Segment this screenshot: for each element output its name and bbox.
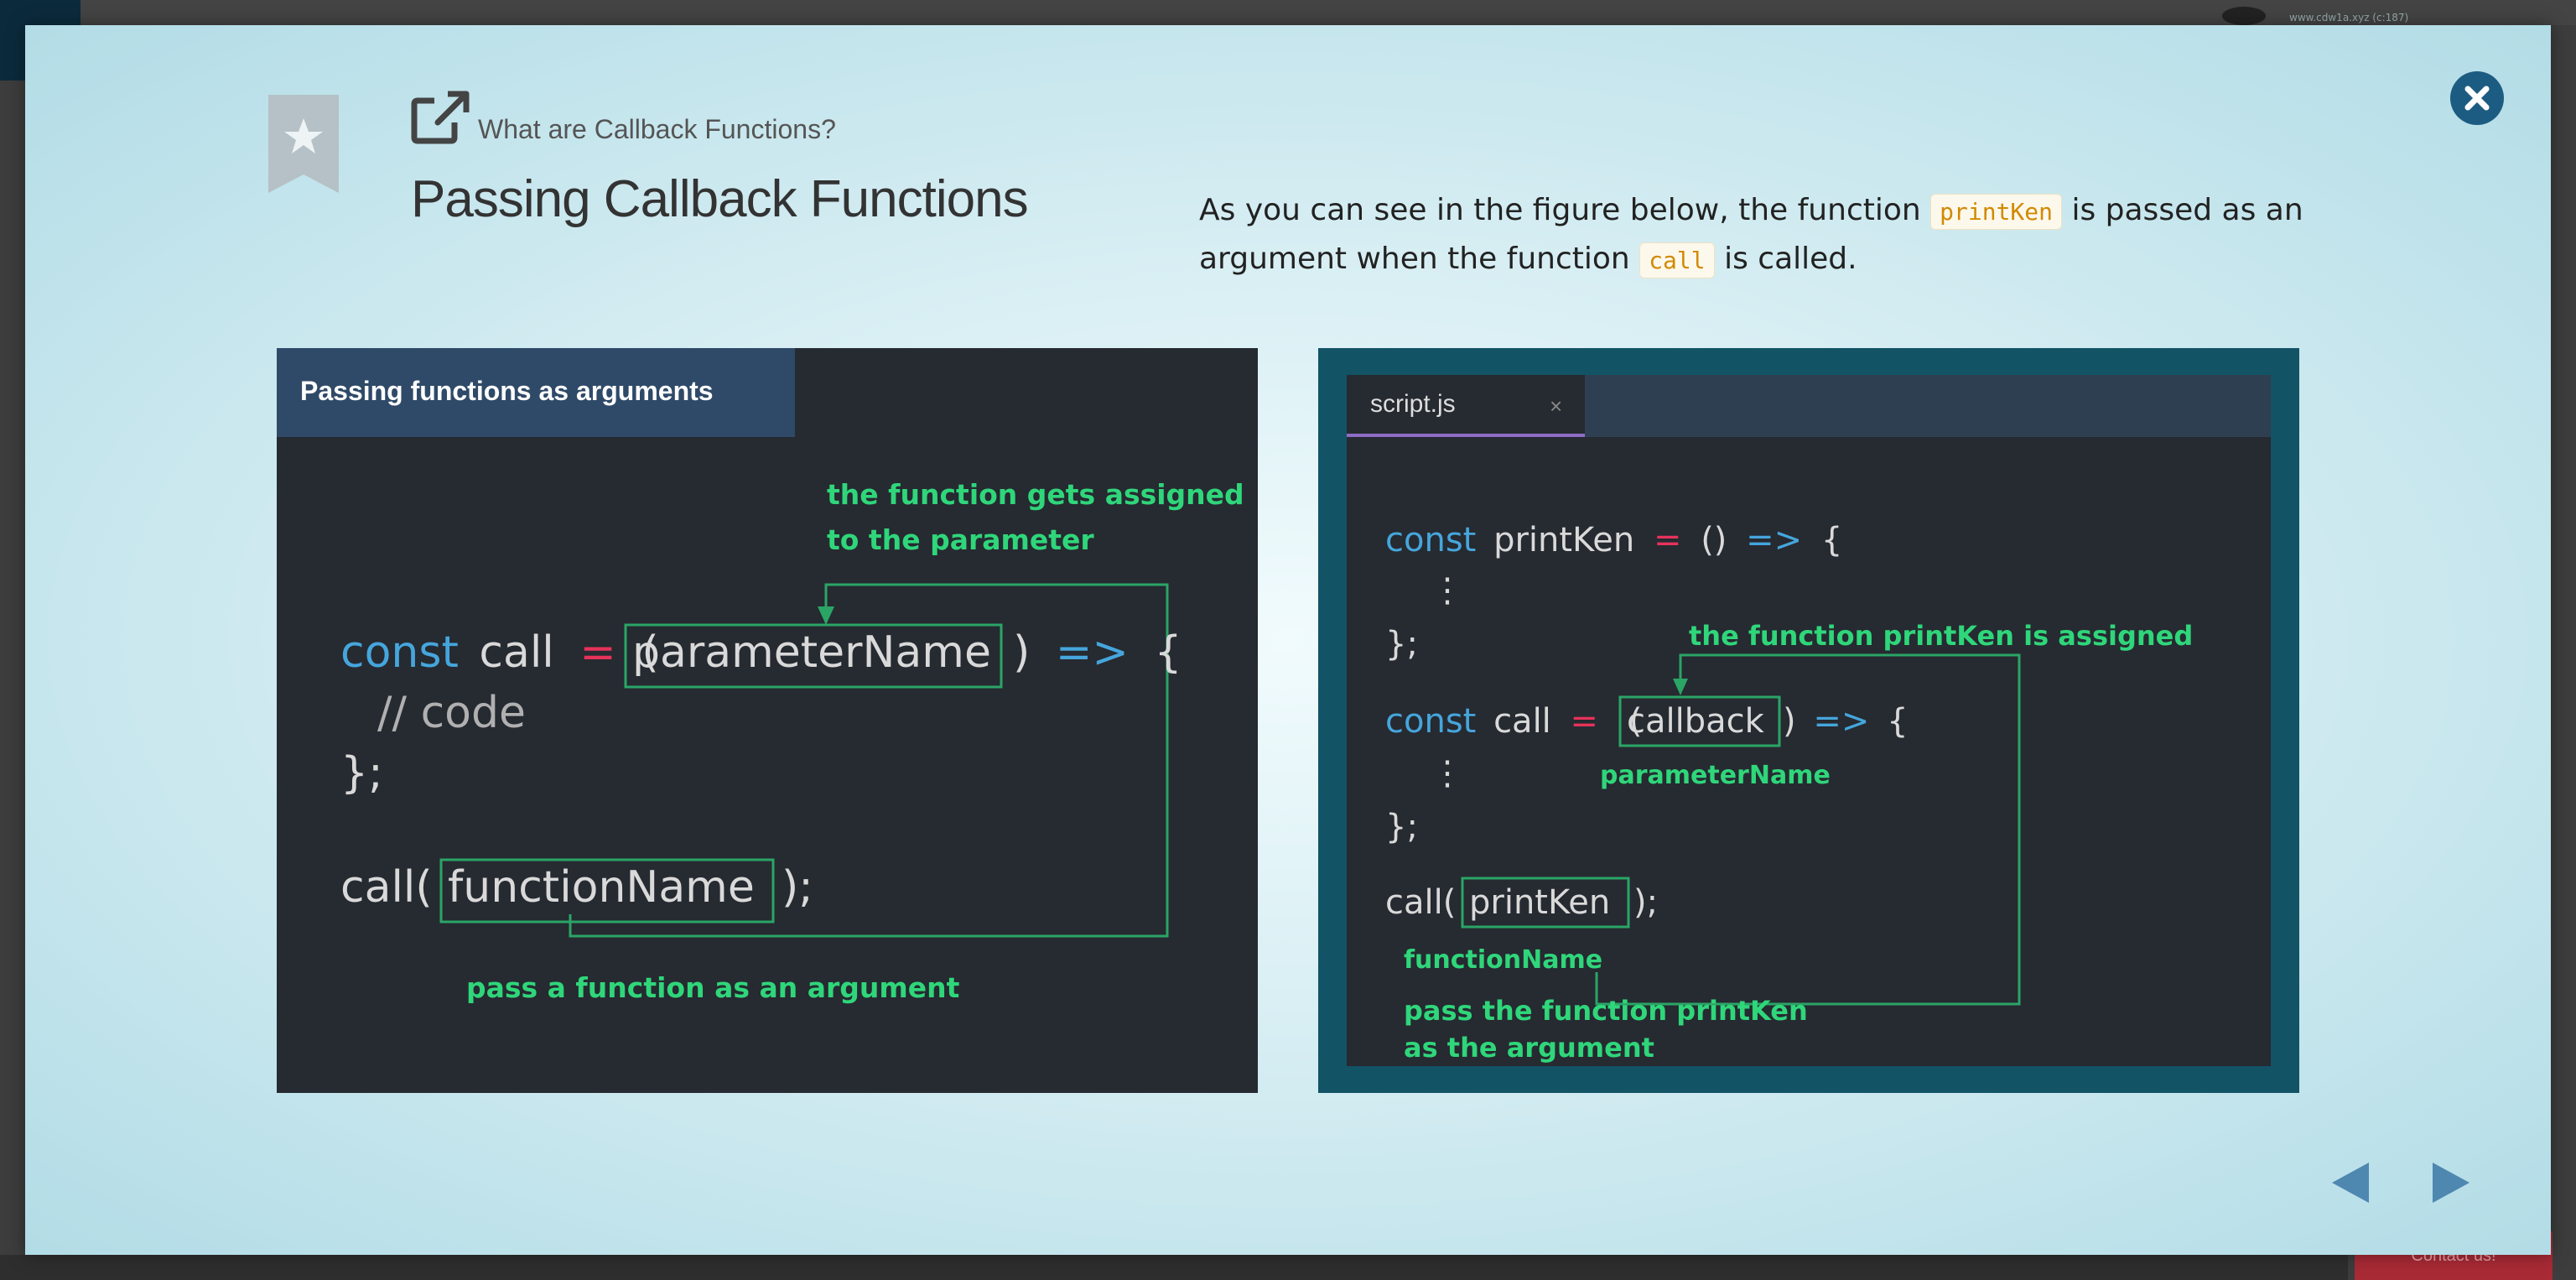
close-icon	[2464, 86, 2490, 111]
annotation-text: pass a function as an argument	[466, 971, 960, 1004]
lesson-description: As you can see in the figure below, the …	[1199, 186, 2314, 284]
code-line: const printKen = () => {	[1385, 521, 1842, 559]
code-line: );	[782, 862, 813, 913]
annotation-text: to the parameter	[827, 523, 1094, 556]
lesson-kicker[interactable]: What are Callback Functions?	[478, 114, 836, 145]
code-line: };	[1385, 808, 1418, 846]
code-ellipsis: ⋮	[1431, 571, 1464, 610]
code-line: call(	[1385, 883, 1456, 922]
code-line: ) => {	[1013, 627, 1182, 678]
description-text: is called.	[1714, 242, 1857, 276]
code-line: ) => {	[1783, 702, 1909, 741]
function-name: printKen	[1469, 883, 1610, 922]
annotation-text: as the argument	[1404, 1032, 1654, 1064]
figure-right-diagram: const printKen = () => { ⋮ }; the functi…	[1385, 521, 2193, 1064]
code-editor: script.js × const printKen = () => { ⋮ }…	[1347, 375, 2271, 1066]
background-url-text: www.cdw1a.xyz (c:187)	[2289, 12, 2409, 23]
annotation-text: the function gets assigned	[827, 478, 1244, 511]
next-arrow-icon[interactable]	[2428, 1159, 2475, 1206]
code-ellipsis: ⋮	[1431, 754, 1464, 793]
code-line: const call = (	[340, 627, 659, 678]
annotation-text: the function printKen is assigned	[1689, 620, 2193, 652]
figure-script-example: script.js × const printKen = () => { ⋮ }…	[1318, 348, 2299, 1093]
param-name: parameterName	[632, 627, 991, 678]
connector-arrowhead	[1673, 679, 1688, 695]
figure-left-diagram: the function gets assigned to the parame…	[340, 478, 1244, 1004]
function-name: functionName	[448, 862, 755, 913]
prev-arrow-icon[interactable]	[2327, 1159, 2374, 1206]
page-title: Passing Callback Functions	[411, 170, 1029, 228]
code-line: };	[1385, 625, 1418, 663]
background-bottombar	[0, 1255, 2348, 1280]
annotation-text: parameterName	[1600, 761, 1831, 790]
description-text: As you can see in the figure below, the …	[1199, 193, 1931, 227]
code-line: const call = (	[1385, 702, 1642, 741]
external-link-icon[interactable]	[411, 91, 470, 144]
figure-passing-functions: Passing functions as arguments the funct…	[277, 348, 1258, 1093]
code-comment: // code	[377, 688, 526, 738]
background-topbar	[0, 0, 2576, 25]
annotation-text: functionName	[1404, 945, 1602, 975]
inline-code: printKen	[1930, 194, 2062, 230]
code-line: call(	[340, 862, 433, 913]
annotation-text: pass the function printKen	[1404, 995, 1808, 1027]
close-button[interactable]	[2450, 71, 2504, 125]
code-line: );	[1633, 883, 1658, 922]
lesson-modal: What are Callback Functions? Passing Cal…	[25, 25, 2551, 1255]
param-name: callback	[1627, 702, 1765, 741]
inline-code: call	[1639, 242, 1715, 278]
code-line: };	[340, 748, 383, 799]
connector-arrowhead	[818, 606, 834, 625]
bookmark-star-icon[interactable]	[268, 95, 339, 193]
background-avatar	[2222, 7, 2266, 25]
